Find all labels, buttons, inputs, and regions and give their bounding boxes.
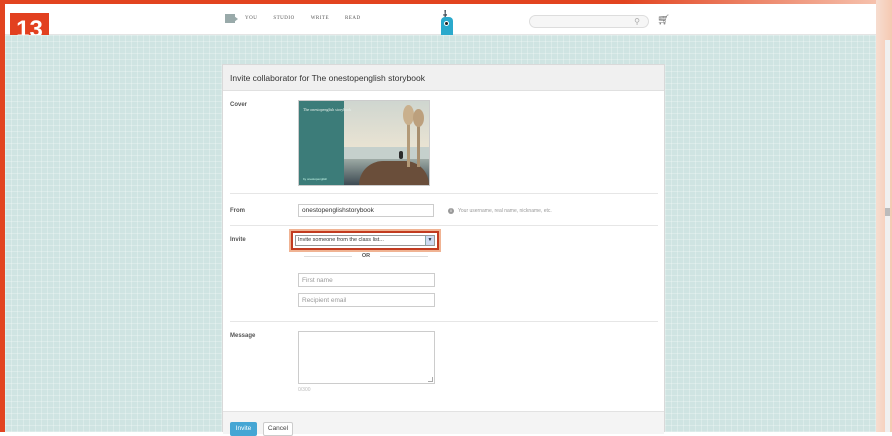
dialog-footer: Invite Cancel [223,411,664,436]
recipient-email-field[interactable]: Recipient email [298,293,435,307]
invite-label: Invite [230,237,246,243]
scrollbar[interactable] [885,40,890,432]
divider [230,321,658,322]
class-list-select[interactable]: Invite someone from the class list... ▼ [295,235,435,246]
nav-item-you[interactable]: YOU [245,16,257,21]
book-cover-image: The onestopenglish storybook by onestope… [298,100,430,186]
invite-button[interactable]: Invite [230,422,257,436]
cancel-button[interactable]: Cancel [263,422,293,436]
cart-icon[interactable]: 🛒︎ [657,15,670,26]
from-hint-text: Your username, real name, nickname, etc. [458,208,552,214]
dialog-title: Invite collaborator for The onestopengli… [230,73,425,83]
from-label: From [230,208,245,214]
from-hint: i Your username, real name, nickname, et… [448,208,552,214]
profile-icon[interactable] [225,14,238,23]
scrollbar-thumb[interactable] [885,208,890,216]
first-name-field[interactable]: First name [298,273,435,287]
cover-author: by onestopenglish [303,177,328,181]
class-list-select-value: Invite someone from the class list... [298,237,384,243]
top-navigation-bar: YOU STUDIO WRITE READ ⸸ ⚲ 🛒︎ [5,4,876,35]
divider [230,193,658,194]
cover-figure [399,151,403,159]
or-separator: OR [298,251,434,261]
chevron-down-icon[interactable]: ▼ [425,236,434,245]
cover-panel [299,101,344,185]
monster-logo-icon [441,17,453,35]
search-icon[interactable]: ⚲ [634,17,640,26]
from-field[interactable]: onestopenglishstorybook [298,204,434,217]
dialog-header: Invite collaborator for The onestopengli… [223,65,664,91]
info-icon: i [448,208,454,214]
divider [230,225,658,226]
cover-plant-head [413,109,424,127]
cover-title: The onestopenglish storybook [303,107,352,112]
message-textarea[interactable] [298,331,435,384]
logo-eye [444,21,449,26]
site-logo[interactable]: ⸸ [441,10,455,36]
search-input[interactable]: ⚲ [529,15,649,28]
resize-handle-icon[interactable] [428,377,433,382]
nav-item-studio[interactable]: STUDIO [273,16,294,21]
nav-item-read[interactable]: READ [345,16,361,21]
cover-label: Cover [230,102,248,108]
character-count: 0/300 [298,387,311,393]
highlighted-invite-select: Invite someone from the class list... ▼ [289,229,441,252]
message-label: Message [230,333,256,339]
invite-collaborator-dialog: Invite collaborator for The onestopengli… [222,64,665,436]
main-nav: YOU STUDIO WRITE READ [225,14,367,23]
nav-item-write[interactable]: WRITE [311,16,329,21]
